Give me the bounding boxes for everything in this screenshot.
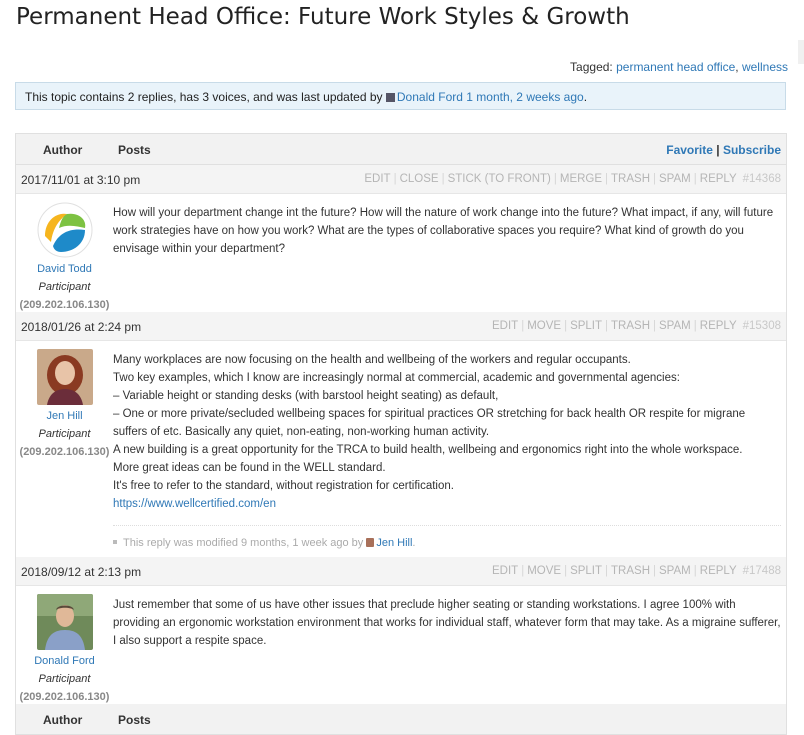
author-name-link[interactable]: Donald Ford <box>16 652 113 670</box>
post-author: Donald Ford Participant (209.202.106.130… <box>16 586 113 706</box>
reply-link[interactable]: REPLY <box>700 173 737 185</box>
user-avatar-icon <box>366 538 375 547</box>
post-line: – One or more private/secluded wellbeing… <box>113 408 746 438</box>
author-avatar[interactable] <box>37 202 93 258</box>
subscribe-link[interactable]: Subscribe <box>723 143 781 157</box>
reply-link[interactable]: REPLY <box>700 565 737 577</box>
user-photo-icon <box>36 349 93 405</box>
post-date: 2017/11/01 at 3:10 pm <box>21 173 141 187</box>
post-content: How will your department change int the … <box>113 204 781 258</box>
close-link[interactable]: CLOSE <box>400 173 439 185</box>
user-photo-icon <box>36 594 93 650</box>
user-avatar-icon <box>385 93 395 102</box>
trash-link[interactable]: TRASH <box>611 173 650 185</box>
topic-replies: Author Posts Favorite | Subscribe 2017/1… <box>15 133 787 735</box>
header-actions: Favorite | Subscribe <box>666 143 781 157</box>
author-avatar[interactable] <box>36 349 93 405</box>
notice-suffix: . <box>583 90 588 104</box>
post-author: David Todd Participant (209.202.106.130) <box>16 194 113 314</box>
post-date: 2018/09/12 at 2:13 pm <box>21 565 142 579</box>
tagged-label: Tagged: <box>570 60 617 74</box>
author-role: Participant <box>38 673 91 685</box>
wellcertified-link[interactable]: https://www.wellcertified.com/en <box>113 498 276 510</box>
post-header: 2017/11/01 at 3:10 pm EDIT | CLOSE | STICK (… <box>16 165 786 194</box>
reply-link[interactable]: REPLY <box>700 320 737 332</box>
post-line: – Variable height or standing desks (wit… <box>113 390 499 402</box>
spam-link[interactable]: SPAM <box>659 173 691 185</box>
author-role: Participant <box>38 428 91 440</box>
trash-link[interactable]: TRASH <box>611 565 650 577</box>
split-link[interactable]: SPLIT <box>570 320 602 332</box>
author-ip: (209.202.106.130) <box>19 446 110 458</box>
revision-user-link[interactable]: Jen Hill <box>376 537 412 549</box>
leaf-logo-icon <box>37 202 92 258</box>
split-link[interactable]: SPLIT <box>570 565 602 577</box>
post-body: Donald Ford Participant (209.202.106.130… <box>16 586 786 704</box>
post-permalink[interactable]: #15308 <box>743 320 781 332</box>
revision-log: This reply was modified 9 months, 1 week… <box>113 525 781 552</box>
edit-link[interactable]: EDIT <box>492 565 518 577</box>
post-header: 2018/01/26 at 2:24 pm EDIT | MOVE | SPLIT | TR… <box>16 312 786 341</box>
revision-text: This reply was modified 9 months, 1 week… <box>123 537 364 549</box>
edit-link[interactable]: EDIT <box>364 173 390 185</box>
replies-footer: Author Posts <box>16 704 786 735</box>
post-permalink[interactable]: #17488 <box>743 565 781 577</box>
replies-header: Author Posts Favorite | Subscribe <box>16 134 786 165</box>
author-name-link[interactable]: David Todd <box>16 260 113 278</box>
post-author: Jen Hill Participant (209.202.106.130) <box>16 341 113 461</box>
edit-link[interactable]: EDIT <box>492 320 518 332</box>
post-admin-links: EDIT | MOVE | SPLIT | TRASH | SPAM | REPLY #15308 <box>491 320 781 332</box>
header-author: Author <box>43 143 83 157</box>
spam-link[interactable]: SPAM <box>659 565 691 577</box>
favorite-link[interactable]: Favorite <box>666 143 713 157</box>
post-text: How will your department change int the … <box>113 207 774 255</box>
post-date: 2018/01/26 at 2:24 pm <box>21 320 142 334</box>
post-line: A new building is a great opportunity fo… <box>113 444 743 456</box>
post-line: More great ideas can be found in the WEL… <box>113 462 386 474</box>
post-content: Just remember that some of us have other… <box>113 596 781 650</box>
move-link[interactable]: MOVE <box>527 565 561 577</box>
footer-author: Author <box>43 713 83 727</box>
tag-link-permanent-head-office[interactable]: permanent head office <box>616 60 735 74</box>
post-header: 2018/09/12 at 2:13 pm EDIT | MOVE | SPLIT | TR… <box>16 557 786 586</box>
footer-posts: Posts <box>118 713 151 727</box>
revision-suffix: . <box>412 537 416 549</box>
post-text: Just remember that some of us have other… <box>113 599 781 647</box>
merge-link[interactable]: MERGE <box>560 173 602 185</box>
notice-user-link[interactable]: Donald Ford <box>397 90 463 104</box>
post-content: Many workplaces are now focusing on the … <box>113 351 781 552</box>
author-role: Participant <box>38 281 91 293</box>
page-title: Permanent Head Office: Future Work Style… <box>16 4 630 30</box>
post-line: It's free to refer to the standard, with… <box>113 480 454 492</box>
post-admin-links: EDIT | CLOSE | STICK (TO FRONT) | MERGE | TRASH |… <box>364 173 781 185</box>
post-permalink[interactable]: #14368 <box>743 173 781 185</box>
spam-link[interactable]: SPAM <box>659 320 691 332</box>
author-name-link[interactable]: Jen Hill <box>16 407 113 425</box>
post-body: David Todd Participant (209.202.106.130)… <box>16 194 786 312</box>
topic-tags: Tagged: permanent head office, wellness <box>570 60 788 74</box>
stick-link[interactable]: STICK (TO FRONT) <box>448 173 551 185</box>
trash-link[interactable]: TRASH <box>611 320 650 332</box>
tag-link-wellness[interactable]: wellness <box>742 60 788 74</box>
post-line: Many workplaces are now focusing on the … <box>113 354 631 366</box>
notice-text: This topic contains 2 replies, has 3 voi… <box>25 90 383 104</box>
separator: | <box>716 143 720 157</box>
bullet-icon <box>113 540 117 544</box>
post-body: Jen Hill Participant (209.202.106.130) M… <box>16 341 786 557</box>
topic-info-notice: This topic contains 2 replies, has 3 voi… <box>15 82 786 110</box>
notice-time-link[interactable]: 1 month, 2 weeks ago <box>466 90 583 104</box>
post-line: Two key examples, which I know are incre… <box>113 372 680 384</box>
move-link[interactable]: MOVE <box>527 320 561 332</box>
scrollbar[interactable] <box>798 40 804 64</box>
post-admin-links: EDIT | MOVE | SPLIT | TRASH | SPAM | REPLY #17488 <box>491 565 781 577</box>
header-posts: Posts <box>118 143 151 157</box>
author-avatar[interactable] <box>36 594 93 650</box>
